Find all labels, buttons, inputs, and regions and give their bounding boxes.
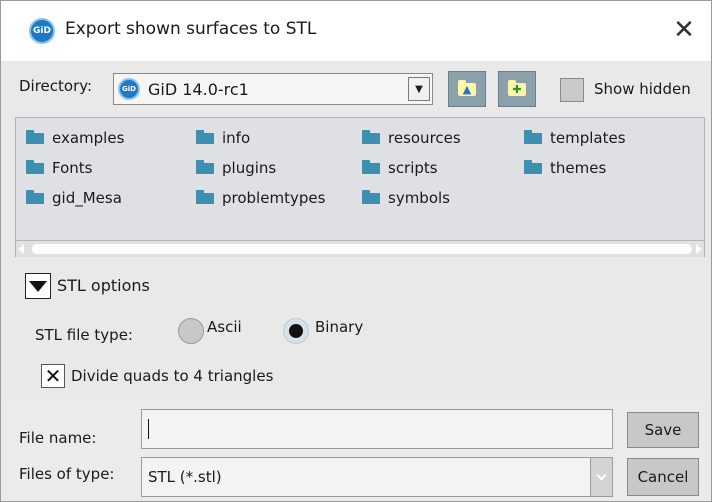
arrow-up-icon: ▲ [462,82,472,96]
radio-selected-dot [289,324,303,338]
file-name-input[interactable] [141,409,613,449]
folder-icon [26,189,44,204]
show-hidden-label: Show hidden [594,80,691,98]
directory-value: GiD 14.0-rc1 [148,79,249,99]
folder-icon [196,159,214,174]
files-of-type-dropdown-button[interactable] [590,458,612,496]
show-hidden-checkbox[interactable] [560,78,584,102]
window-title: Export shown surfaces to STL [65,19,317,39]
check-x-icon: ✕ [44,364,62,388]
ascii-radio-label[interactable]: Ascii [207,318,242,336]
list-item[interactable]: symbols [362,186,450,210]
directory-select[interactable]: GiD GiD 14.0-rc1 ▼ [113,73,433,105]
folder-icon [26,159,44,174]
directory-row: Directory: GiD GiD 14.0-rc1 ▼ ▲ ✚ Show h… [1,63,711,113]
cancel-button[interactable]: Cancel [627,458,699,496]
folder-icon [362,129,380,144]
ascii-radio[interactable] [178,318,204,344]
list-item[interactable]: info [196,126,250,150]
list-item[interactable]: themes [524,156,606,180]
list-item-label: Fonts [52,159,93,177]
dir-icon-text: GiD [122,85,136,93]
list-item[interactable]: plugins [196,156,276,180]
stl-options-label: STL options [57,276,150,295]
list-item-label: resources [388,129,461,147]
list-item-label: problemtypes [222,189,326,207]
export-stl-dialog: GiD Export shown surfaces to STL ✕ Direc… [0,0,712,502]
list-item[interactable]: problemtypes [196,186,325,210]
list-item[interactable]: templates [524,126,626,150]
list-item[interactable]: scripts [362,156,438,180]
app-icon-text: GiD [33,26,51,36]
file-name-label: File name: [19,429,97,447]
folder-icon [524,159,542,174]
divide-quads-checkbox[interactable]: ✕ [41,364,65,388]
list-item-label: gid_Mesa [52,189,122,207]
list-item-label: symbols [388,189,450,207]
close-icon: ✕ [673,15,695,45]
scrollbar-thumb[interactable] [32,244,692,254]
folder-icon [196,189,214,204]
list-item[interactable]: Fonts [26,156,92,180]
horizontal-scrollbar[interactable] [15,241,705,257]
list-item[interactable]: resources [362,126,461,150]
list-item[interactable]: gid_Mesa [26,186,122,210]
close-button[interactable]: ✕ [669,13,699,47]
list-item-label: templates [550,129,626,147]
list-item[interactable]: examples [26,126,124,150]
scroll-right-arrow-icon[interactable] [696,244,702,254]
folder-icon [362,189,380,204]
stl-options-toggle[interactable] [25,273,51,299]
chevron-down-icon [596,470,607,480]
list-item-label: themes [550,159,607,177]
plus-icon: ✚ [512,82,522,96]
title-bar: GiD Export shown surfaces to STL ✕ [1,1,711,61]
folder-icon [196,129,214,144]
files-of-type-select[interactable]: STL (*.stl) [141,457,613,497]
stl-file-type-label: STL file type: [35,326,133,344]
gid-folder-icon: GiD [118,78,140,100]
triangle-down-icon [29,280,47,292]
file-list: examples Fonts gid_Mesa info plugins pro… [15,117,705,241]
list-item-label: plugins [222,159,277,177]
binary-radio[interactable] [283,318,309,344]
list-item-label: info [222,129,251,147]
files-of-type-value: STL (*.stl) [148,468,222,486]
files-of-type-label: Files of type: [19,465,115,483]
gid-app-icon: GiD [29,18,55,44]
parent-directory-button[interactable]: ▲ [448,71,486,107]
directory-dropdown-button[interactable]: ▼ [408,77,430,101]
folder-icon [524,129,542,144]
chevron-down-icon: ▼ [415,83,423,95]
save-button[interactable]: Save [627,412,699,448]
scroll-left-arrow-icon[interactable] [18,244,24,254]
binary-radio-label[interactable]: Binary [315,318,363,336]
folder-icon [26,129,44,144]
file-controls: File name: Save Files of type: STL (*.st… [1,399,711,501]
list-item-label: scripts [388,159,438,177]
divide-quads-label[interactable]: Divide quads to 4 triangles [71,367,273,385]
directory-label: Directory: [19,77,93,95]
folder-icon [362,159,380,174]
text-caret [148,419,149,439]
new-folder-button[interactable]: ✚ [498,71,536,107]
list-item-label: examples [52,129,125,147]
